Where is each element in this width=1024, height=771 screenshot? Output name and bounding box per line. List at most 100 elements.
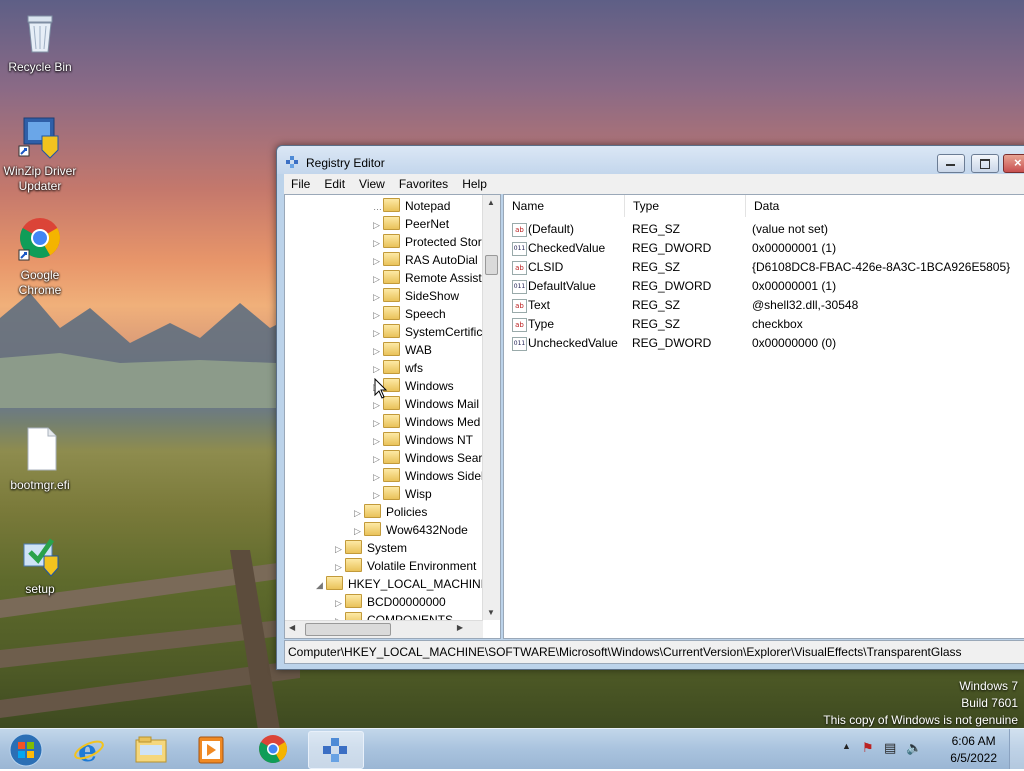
menu-edit[interactable]: Edit	[317, 174, 352, 194]
tree-expander-icon[interactable]: ▷	[373, 342, 383, 360]
menu-file[interactable]: File	[284, 174, 317, 194]
tree-node[interactable]: ▷ SideShow	[373, 287, 459, 305]
scroll-left-arrow[interactable]: ◀	[289, 623, 295, 632]
tree-node[interactable]: ▷ Windows NT	[373, 431, 473, 449]
value-row[interactable]: ab Text REG_SZ @shell32.dll,-30548	[504, 296, 1024, 315]
scroll-thumb[interactable]	[305, 623, 391, 636]
tree-node[interactable]: ▷ Remote Assista	[373, 269, 488, 287]
taskbar-windows-explorer[interactable]	[124, 731, 178, 767]
tree-expander-icon[interactable]: …	[373, 198, 383, 216]
tree-node[interactable]: ▷ System	[335, 539, 407, 557]
folder-icon	[345, 594, 362, 608]
winzip-driver-updater-desktop-icon[interactable]: WinZip Driver Updater	[0, 112, 80, 194]
minimize-button[interactable]	[937, 154, 965, 173]
value-row[interactable]: ab Type REG_SZ checkbox	[504, 315, 1024, 334]
menu-help[interactable]: Help	[455, 174, 494, 194]
start-button[interactable]	[0, 731, 54, 767]
tree-node[interactable]: ▷ BCD00000000	[335, 593, 446, 611]
clock[interactable]: 6:06 AM 6/5/2022	[950, 733, 997, 767]
clock-date: 6/5/2022	[950, 751, 997, 765]
tree-expander-icon[interactable]: ▷	[373, 324, 383, 342]
value-row[interactable]: 011 DefaultValue REG_DWORD 0x00000001 (1)	[504, 277, 1024, 296]
value-type: REG_SZ	[632, 222, 681, 236]
value-row[interactable]: 011 UncheckedValue REG_DWORD 0x00000000 (0)	[504, 334, 1024, 353]
tree-node[interactable]: ▷ PeerNet	[373, 215, 449, 233]
tree-node-label: wfs	[405, 361, 423, 375]
tree-expander-icon[interactable]: ▷	[373, 252, 383, 270]
tree-vertical-scrollbar[interactable]: ▲ ▼	[482, 195, 500, 620]
tree-node[interactable]: ▷ Volatile Environment	[335, 557, 476, 575]
column-header-type[interactable]: Type	[625, 195, 746, 217]
tree-expander-icon[interactable]: ▷	[335, 594, 345, 612]
tree-node[interactable]: ◢ HKEY_LOCAL_MACHINE	[316, 575, 489, 593]
show-hidden-icons-chevron[interactable]: ▲	[842, 741, 851, 751]
tree-expander-icon[interactable]: ▷	[373, 306, 383, 324]
tree-node[interactable]: ▷ Policies	[354, 503, 427, 521]
tree-node[interactable]: ▷ Wisp	[373, 485, 432, 503]
value-row[interactable]: 011 CheckedValue REG_DWORD 0x00000001 (1)	[504, 239, 1024, 258]
tree-node[interactable]: ▷ Windows Med	[373, 413, 480, 431]
tree-node[interactable]: ▷ Speech	[373, 305, 446, 323]
values-list[interactable]: Name Type Data ab (Default) REG_SZ (value n…	[503, 194, 1024, 639]
menu-view[interactable]: View	[352, 174, 392, 194]
scroll-up-arrow[interactable]: ▲	[487, 198, 495, 207]
tree-node[interactable]: ▷ Wow6432Node	[354, 521, 468, 539]
value-row[interactable]: ab CLSID REG_SZ {D6108DC8-FBAC-426e-8A3C-1B…	[504, 258, 1024, 277]
tree-node[interactable]: ▷ Windows Sear	[373, 449, 482, 467]
maximize-button[interactable]	[971, 154, 999, 173]
scroll-thumb[interactable]	[485, 255, 498, 275]
tree-node-label: Windows Sear	[405, 451, 483, 465]
tree-expander-icon[interactable]: ▷	[373, 234, 383, 252]
tree-node[interactable]: … Notepad	[373, 197, 450, 215]
tree-expander-icon[interactable]: ▷	[335, 540, 345, 558]
tree-expander-icon[interactable]: ▷	[373, 486, 383, 504]
taskbar-chrome[interactable]	[246, 731, 300, 767]
column-header-name[interactable]: Name	[504, 195, 625, 217]
chrome-icon	[16, 216, 64, 264]
setup-desktop-icon[interactable]: setup	[0, 530, 80, 597]
tree-expander-icon[interactable]: ▷	[373, 216, 383, 234]
registry-key-tree[interactable]: … Notepad ▷ PeerNet ▷ Protected Stor ▷ RAS Auto…	[284, 194, 501, 639]
column-header-data[interactable]: Data	[746, 195, 1024, 217]
title-bar[interactable]: Registry Editor ×	[277, 146, 1024, 174]
tree-expander-icon[interactable]: ▷	[373, 432, 383, 450]
tree-node-label: Remote Assista	[405, 271, 489, 285]
value-name: CLSID	[528, 260, 564, 274]
scroll-down-arrow[interactable]: ▼	[487, 608, 495, 617]
tree-expander-icon[interactable]: ▷	[335, 558, 345, 576]
tree-expander-icon[interactable]: ▷	[354, 522, 364, 540]
tree-expander-icon[interactable]: ▷	[373, 360, 383, 378]
tree-expander-icon[interactable]: ▷	[373, 414, 383, 432]
tree-node[interactable]: ▷ WAB	[373, 341, 432, 359]
tree-node[interactable]: ▷ Windows Mail	[373, 395, 479, 413]
taskbar-registry-editor[interactable]	[308, 731, 364, 769]
tree-expander-icon[interactable]: ▷	[373, 450, 383, 468]
tree-node[interactable]: ▷ RAS AutoDial	[373, 251, 478, 269]
scroll-right-arrow[interactable]: ▶	[457, 623, 463, 632]
taskbar-internet-explorer[interactable]: e	[62, 731, 116, 769]
tree-expander-icon[interactable]: ◢	[316, 576, 326, 594]
close-button[interactable]: ×	[1003, 154, 1024, 173]
tree-expander-icon[interactable]: ▷	[373, 468, 383, 486]
reg-dword-icon: 011	[512, 242, 527, 256]
tree-expander-icon[interactable]: ▷	[373, 288, 383, 306]
recycle-bin-desktop-icon[interactable]: Recycle Bin	[0, 8, 80, 75]
volume-icon[interactable]: 🔈	[906, 740, 922, 756]
tree-expander-icon[interactable]: ▷	[373, 270, 383, 288]
tree-node[interactable]: ▷ Protected Stor	[373, 233, 482, 251]
value-row[interactable]: ab (Default) REG_SZ (value not set)	[504, 220, 1024, 239]
start-orb-icon	[9, 733, 43, 767]
tree-expander-icon[interactable]: ▷	[354, 504, 364, 522]
bootmgr-efi-desktop-icon[interactable]: bootmgr.efi	[0, 426, 80, 493]
taskbar-media-player[interactable]	[184, 731, 238, 767]
tree-node[interactable]: ▷ wfs	[373, 359, 423, 377]
network-icon[interactable]: ▤	[884, 740, 896, 756]
google-chrome-desktop-icon[interactable]: Google Chrome	[0, 216, 80, 298]
menu-favorites[interactable]: Favorites	[392, 174, 455, 194]
show-desktop-button[interactable]	[1009, 729, 1024, 769]
tree-node[interactable]: ▷ Windows Sidel	[373, 467, 484, 485]
tree-node-label: WAB	[405, 343, 432, 357]
tree-horizontal-scrollbar[interactable]: ◀ ▶	[285, 620, 483, 638]
tree-node[interactable]: ▷ SystemCertific	[373, 323, 482, 341]
action-center-flag-icon[interactable]: ⚑	[862, 740, 874, 756]
